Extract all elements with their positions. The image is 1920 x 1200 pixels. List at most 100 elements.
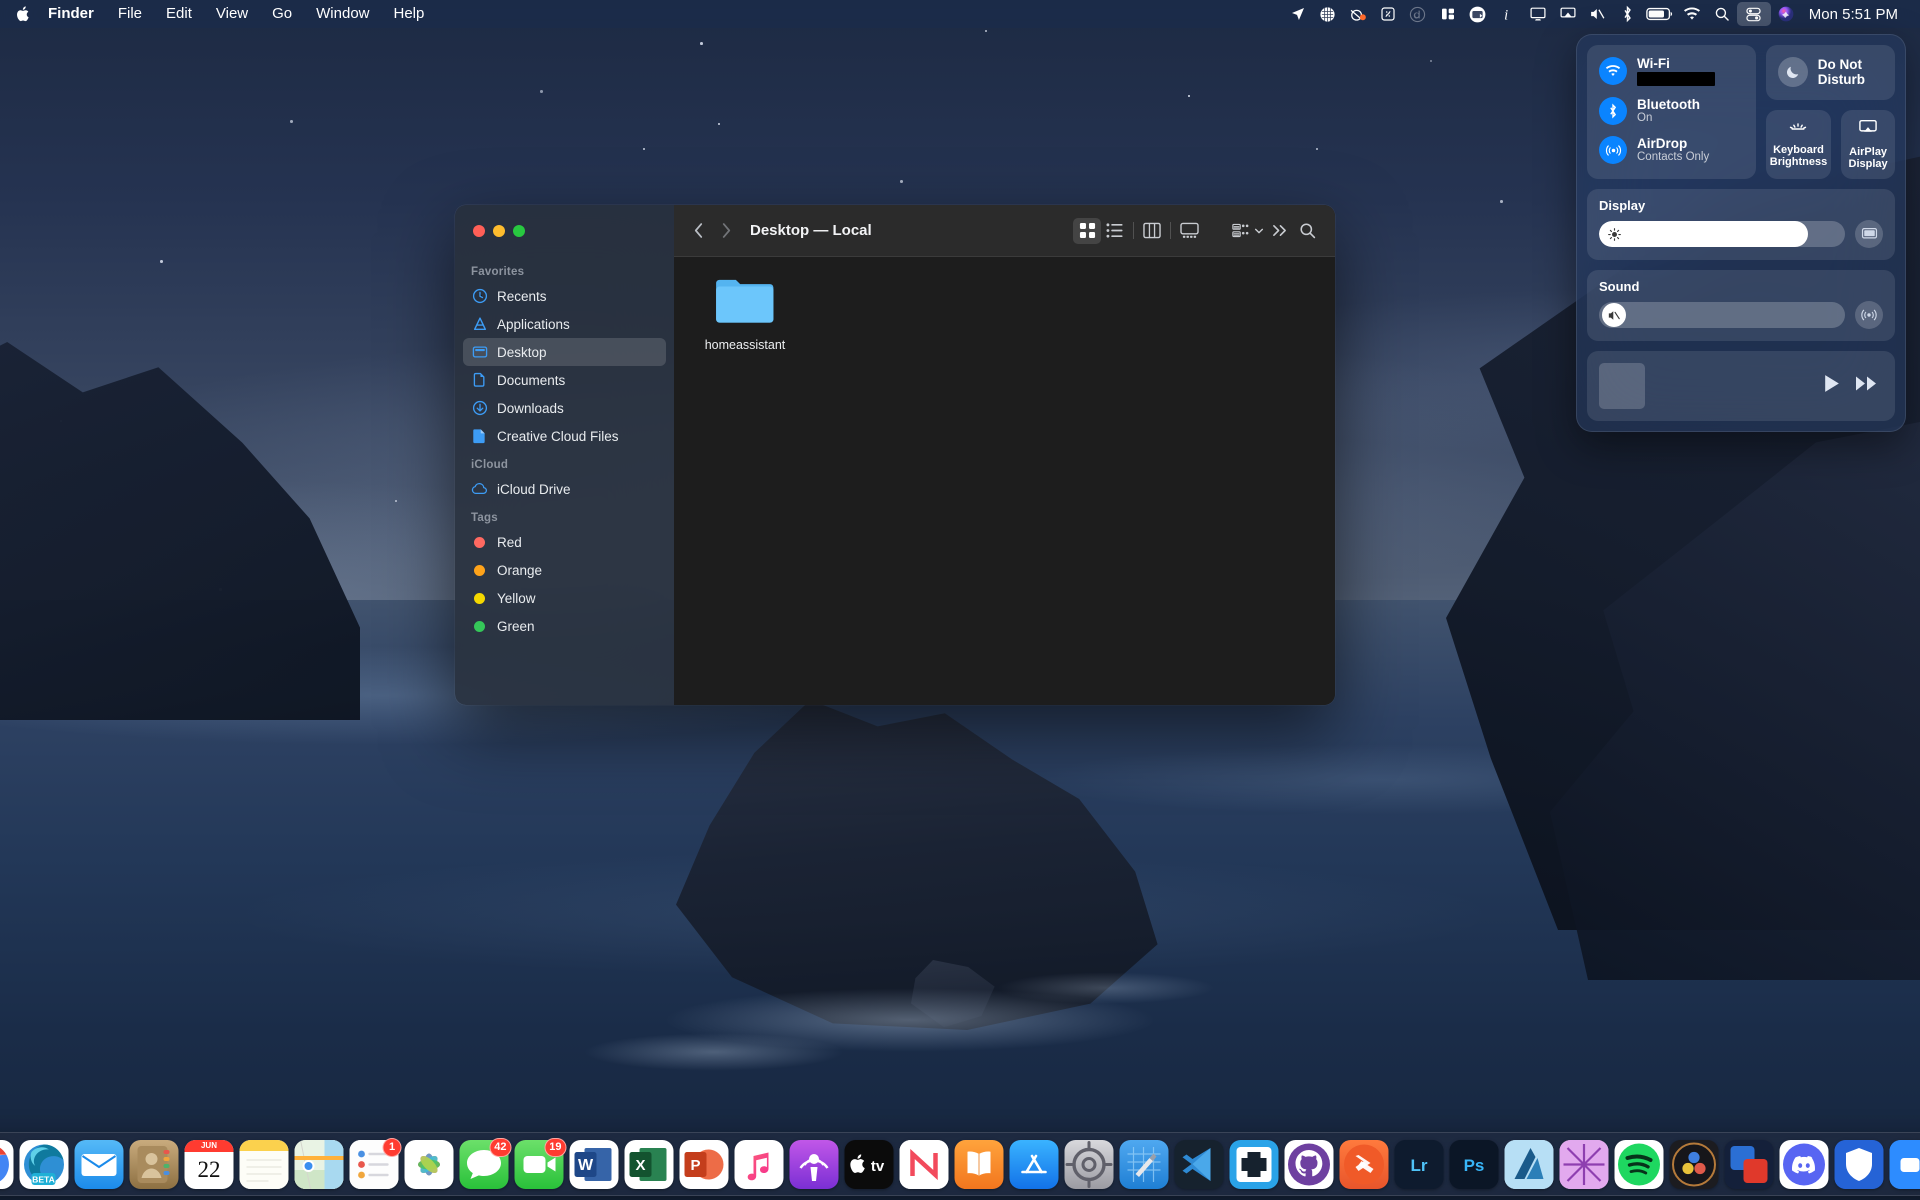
dock-item-visual-studio-code[interactable] — [1175, 1140, 1224, 1189]
dock-item-microsoft-edge-beta[interactable]: BETA — [20, 1140, 69, 1189]
control-center-icon[interactable] — [1737, 2, 1771, 26]
sidebar-item-red[interactable]: Red — [463, 528, 666, 556]
dock-item-app-store[interactable] — [1010, 1140, 1059, 1189]
dock-item-google-chrome[interactable] — [0, 1140, 14, 1189]
column-view-button[interactable] — [1138, 218, 1166, 244]
dock-item-news[interactable] — [900, 1140, 949, 1189]
icon-view-button[interactable] — [1073, 218, 1101, 244]
search-icon[interactable] — [1293, 218, 1321, 244]
finder-file-grid[interactable]: homeassistant — [674, 257, 1335, 705]
camera-privacy-icon[interactable] — [1343, 2, 1373, 26]
screen-recording-icon[interactable] — [1463, 2, 1493, 26]
dock-item-parallels-desktop[interactable] — [1725, 1140, 1774, 1189]
sidebar-item-desktop[interactable]: Desktop — [463, 338, 666, 366]
apple-logo-icon[interactable] — [14, 3, 32, 25]
dock-item-affinity-designer[interactable] — [1505, 1140, 1554, 1189]
menu-item-go[interactable]: Go — [260, 3, 304, 25]
grid-globe-icon[interactable] — [1313, 2, 1343, 26]
dock-item-facetime[interactable]: 19 — [515, 1140, 564, 1189]
dock-item-maps[interactable] — [295, 1140, 344, 1189]
maximize-button[interactable] — [513, 225, 525, 237]
sidebar-item-recents[interactable]: Recents — [463, 282, 666, 310]
sound-volume-slider[interactable] — [1599, 302, 1845, 328]
dock-item-adobe-lightroom[interactable]: Lr — [1395, 1140, 1444, 1189]
fast-forward-icon[interactable] — [1855, 373, 1879, 399]
menu-bar-clock[interactable]: Mon 5:51 PM — [1801, 6, 1908, 23]
dock-item-1password[interactable] — [1835, 1140, 1884, 1189]
sidebar-item-applications[interactable]: Applications — [463, 310, 666, 338]
close-button[interactable] — [473, 225, 485, 237]
forward-button[interactable] — [712, 218, 740, 244]
menu-item-help[interactable]: Help — [382, 3, 437, 25]
bluetooth-icon[interactable] — [1613, 2, 1643, 26]
location-arrow-icon[interactable] — [1283, 2, 1313, 26]
dock-item-zoom[interactable] — [1890, 1140, 1920, 1189]
dock-item-sublime-merge[interactable] — [1340, 1140, 1389, 1189]
dock-item-microsoft-word[interactable]: W — [570, 1140, 619, 1189]
sidebar-item-green[interactable]: Green — [463, 612, 666, 640]
menu-item-window[interactable]: Window — [304, 3, 381, 25]
dock-item-discord[interactable] — [1780, 1140, 1829, 1189]
airplay-display-tile[interactable]: AirPlay Display — [1841, 110, 1895, 180]
dock-item-affinity-photo[interactable] — [1560, 1140, 1609, 1189]
dock-item-microsoft-powerpoint[interactable]: P — [680, 1140, 729, 1189]
menu-item-edit[interactable]: Edit — [154, 3, 204, 25]
dock-item-adobe-photoshop[interactable]: Ps — [1450, 1140, 1499, 1189]
dock-item-xcode[interactable] — [1120, 1140, 1169, 1189]
airplay-audio-icon[interactable] — [1855, 301, 1883, 329]
dock-item-contacts[interactable] — [130, 1140, 179, 1189]
dock-item-github-desktop[interactable] — [1285, 1140, 1334, 1189]
dropbox-dimmed-icon[interactable] — [1403, 2, 1433, 26]
split-panel-icon[interactable] — [1433, 2, 1463, 26]
sidebar-item-downloads[interactable]: Downloads — [463, 394, 666, 422]
sidebar-item-yellow[interactable]: Yellow — [463, 584, 666, 612]
do-not-disturb-toggle[interactable]: Do Not Disturb — [1766, 45, 1895, 100]
dock-item-notes[interactable] — [240, 1140, 289, 1189]
dock-item-calendar[interactable]: JUN 22 — [185, 1140, 234, 1189]
menu-item-view[interactable]: View — [204, 3, 260, 25]
group-by-button[interactable] — [1231, 218, 1265, 244]
dock-item-books[interactable] — [955, 1140, 1004, 1189]
display-brightness-slider[interactable] — [1599, 221, 1845, 247]
gallery-view-button[interactable] — [1175, 218, 1203, 244]
sidebar-item-creative-cloud-files[interactable]: Creative Cloud Files — [463, 422, 666, 450]
dock-item-system-preferences[interactable] — [1065, 1140, 1114, 1189]
keyboard-brightness-tile[interactable]: Keyboard Brightness — [1766, 110, 1831, 180]
bracket-app-icon[interactable] — [1373, 2, 1403, 26]
display-icon[interactable] — [1855, 220, 1883, 248]
airplay-icon[interactable] — [1553, 2, 1583, 26]
list-view-button[interactable] — [1101, 218, 1129, 244]
dock-item-apple-tv[interactable]: tv — [845, 1140, 894, 1189]
dock-item-messages[interactable]: 42 — [460, 1140, 509, 1189]
dock-item-music[interactable] — [735, 1140, 784, 1189]
volume-muted-icon[interactable] — [1583, 2, 1613, 26]
more-toolbar-button[interactable] — [1265, 218, 1293, 244]
wifi-toggle[interactable]: Wi-Fi — [1599, 56, 1744, 86]
sidebar-item-documents[interactable]: Documents — [463, 366, 666, 394]
dock-item-podcasts[interactable] — [790, 1140, 839, 1189]
spotlight-search-icon[interactable] — [1707, 2, 1737, 26]
display-icon[interactable] — [1523, 2, 1553, 26]
airdrop-toggle[interactable]: AirDrop Contacts Only — [1599, 136, 1744, 164]
dock-item-mail[interactable] — [75, 1140, 124, 1189]
dock-item-reminders[interactable]: 1 — [350, 1140, 399, 1189]
dock-item-davinci-resolve[interactable] — [1670, 1140, 1719, 1189]
sidebar-item-orange[interactable]: Orange — [463, 556, 666, 584]
dock-item-microsoft-excel[interactable]: X — [625, 1140, 674, 1189]
menu-item-file[interactable]: File — [106, 3, 154, 25]
wifi-icon[interactable] — [1677, 2, 1707, 26]
file-item[interactable]: homeassistant — [690, 275, 800, 352]
dock-item-brackets[interactable] — [1230, 1140, 1279, 1189]
back-button[interactable] — [684, 218, 712, 244]
kb-line-1: Keyboard — [1770, 144, 1827, 157]
siri-icon[interactable] — [1771, 2, 1801, 26]
dock-item-photos[interactable] — [405, 1140, 454, 1189]
info-italic-icon[interactable]: i — [1493, 2, 1523, 26]
sidebar-item-icloud-drive[interactable]: iCloud Drive — [463, 475, 666, 503]
play-icon[interactable] — [1822, 373, 1841, 399]
menu-item-finder[interactable]: Finder — [36, 3, 106, 25]
dock-item-spotify[interactable] — [1615, 1140, 1664, 1189]
bluetooth-toggle[interactable]: Bluetooth On — [1599, 97, 1744, 125]
battery-icon[interactable] — [1643, 2, 1677, 26]
minimize-button[interactable] — [493, 225, 505, 237]
